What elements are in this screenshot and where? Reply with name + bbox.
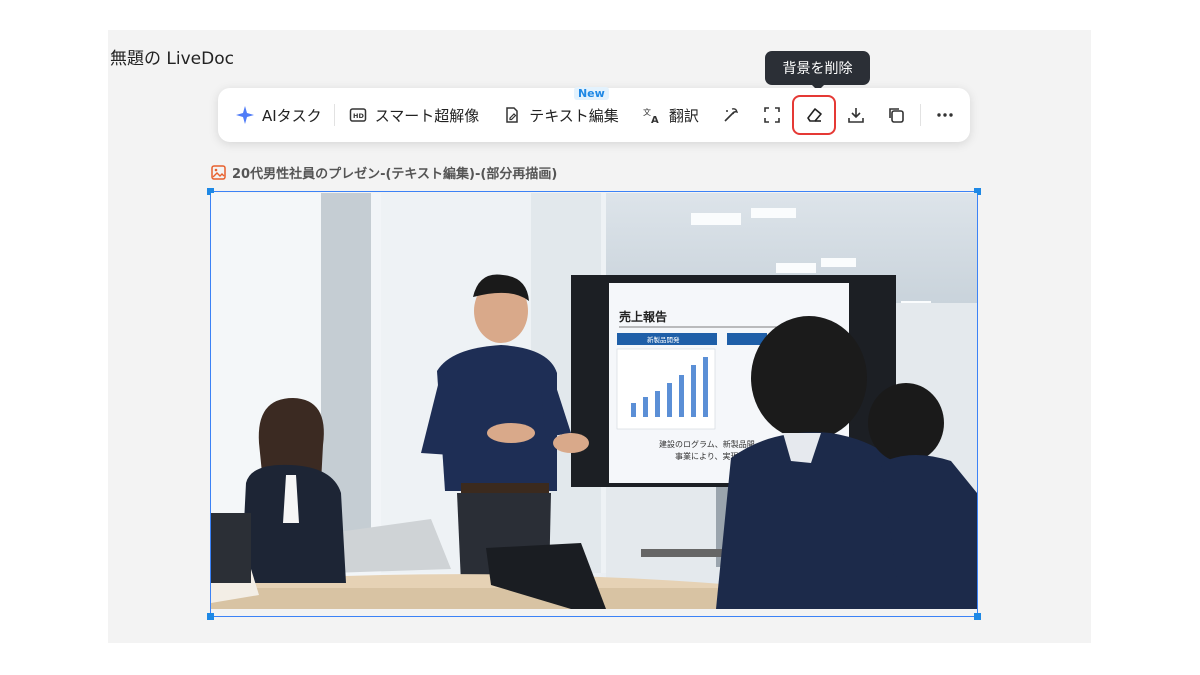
magic-eraser-button[interactable] (713, 97, 749, 133)
download-icon (848, 108, 864, 123)
expand-icon (764, 107, 780, 123)
magic-brush-icon (724, 108, 738, 122)
remove-background-button[interactable] (791, 95, 836, 135)
resize-handle-bottom-right[interactable] (974, 613, 981, 620)
image-layer-name: 20代男性社員のプレゼン-(テキスト編集)-(部分再描画) (232, 167, 558, 182)
text-edit-label: テキスト編集 (529, 106, 619, 125)
translate-icon: 文A (641, 104, 663, 126)
slide-chart-header: 新製品開発 (647, 335, 680, 344)
image-layer-label: 20代男性社員のプレゼン-(テキスト編集)-(部分再描画) (211, 163, 557, 182)
slide-caption-1: 建設のログラム、新製品開 (659, 439, 755, 449)
more-options-button[interactable] (927, 97, 963, 133)
svg-text:A: A (651, 115, 659, 125)
sparkle-icon (234, 104, 256, 126)
ai-task-label: AIタスク (262, 106, 322, 125)
copy-icon (889, 108, 904, 123)
image-toolbar: AIタスク HD スマート超解像 テキスト編集 New 文A 翻訳 (218, 87, 970, 142)
translate-button[interactable]: 文A 翻訳 (641, 97, 699, 133)
duplicate-button[interactable] (878, 97, 914, 133)
smart-upscale-label: スマート超解像 (374, 106, 480, 125)
hd-icon: HD (347, 104, 369, 126)
document-edit-icon (501, 104, 523, 126)
toolbar-divider (919, 104, 921, 126)
resize-handle-bottom-left[interactable] (207, 613, 214, 620)
expand-button[interactable] (754, 97, 790, 133)
ai-task-button[interactable]: AIタスク (234, 97, 322, 133)
download-button[interactable] (838, 97, 874, 133)
document-title[interactable]: 無題の LiveDoc (110, 44, 234, 69)
presentation-photo[interactable]: 売上報告 新製品開発 建設のログラム、新製品開 事業により、実現に変え (211, 193, 977, 609)
smart-upscale-button[interactable]: HD スマート超解像 (347, 97, 480, 133)
svg-text:HD: HD (353, 112, 364, 120)
eraser-icon (807, 108, 822, 122)
tooltip-remove-background: 背景を削除 (765, 51, 870, 91)
new-badge: New (573, 87, 609, 100)
more-icon (937, 113, 953, 117)
svg-text:文: 文 (643, 107, 651, 117)
text-edit-button[interactable]: テキスト編集 New (501, 87, 619, 133)
translate-label: 翻訳 (668, 106, 699, 125)
slide-title: 売上報告 (619, 309, 667, 324)
toolbar-divider (333, 104, 335, 126)
image-icon (211, 165, 226, 180)
office-presentation-scene: 売上報告 新製品開発 建設のログラム、新製品開 事業により、実現に変え (211, 193, 977, 609)
